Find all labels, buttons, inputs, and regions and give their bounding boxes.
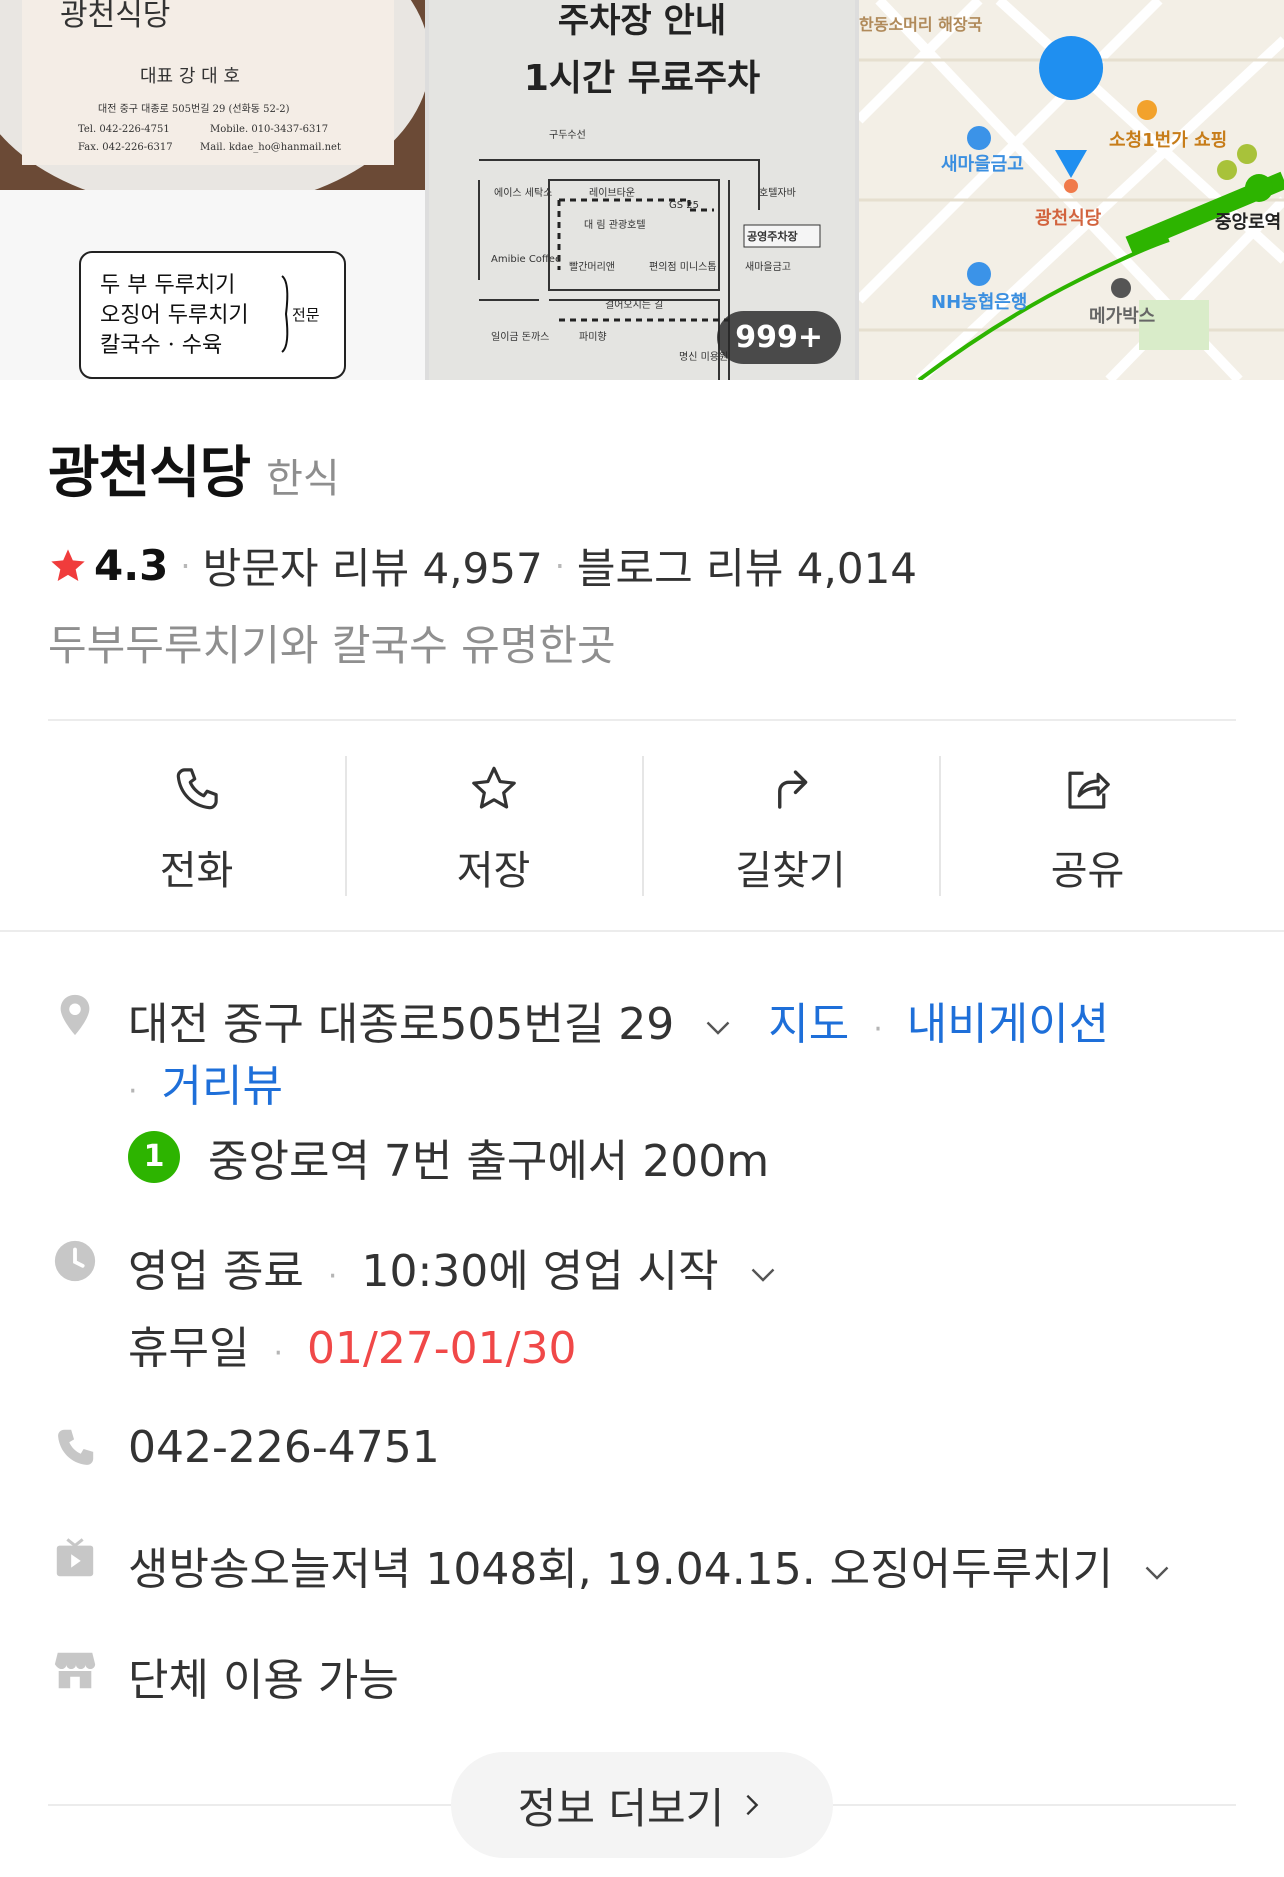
tv-icon [56, 1538, 94, 1577]
photo-strip[interactable]: 광천식당 대표 강 대 호 대전 중구 대종로 505번길 29 (선화동 52… [0, 0, 1284, 380]
phone-number[interactable]: 042-226-4751 [128, 1422, 440, 1473]
place-name: 광천식당 [48, 441, 251, 506]
directions-button[interactable]: 길찾기 [642, 756, 939, 896]
card-mobile: Mobile. 010-3437-6317 [210, 124, 328, 135]
clock-icon [54, 1240, 96, 1282]
place-category: 한식 [266, 456, 340, 502]
phone-icon [176, 768, 218, 810]
address-row: 대전 중구 대종로505번길 29 지도 · 내비게이션 [128, 999, 1110, 1050]
parking-title: 주차장 안내 [558, 1, 726, 41]
holiday-dates: 01/27-01/30 [307, 1323, 577, 1374]
hours-next: 10:30에 영업 시작 [361, 1246, 719, 1297]
card-address: 대전 중구 대종로 505번길 29 (선화동 52-2) [98, 102, 290, 115]
svg-text:에이스 세탁소: 에이스 세탁소 [494, 187, 552, 199]
svg-text:Amibie Coffee: Amibie Coffee [491, 254, 561, 265]
svg-text:NH농협은행: NH농협은행 [931, 291, 1027, 313]
navigation-link[interactable]: 내비게이션 [907, 999, 1109, 1050]
store-icon [54, 1652, 96, 1689]
star-icon [471, 766, 516, 809]
rating-star-icon [51, 548, 85, 581]
menu-specialty: 전문 [292, 306, 320, 324]
photo-business-card[interactable]: 광천식당 대표 강 대 호 대전 중구 대종로 505번길 29 (선화동 52… [0, 0, 425, 380]
svg-text:레이브타운: 레이브타운 [589, 187, 635, 199]
card-fax: Fax. 042-226-6317 [78, 142, 173, 153]
hours-status: 영업 종료 [128, 1246, 304, 1297]
tv-appearance: 생방송오늘저녁 1048회, 19.04.15. 오징어두루치기 [128, 1544, 1114, 1595]
svg-text:중앙로역: 중앙로역 [1215, 212, 1281, 233]
chevron-down-icon[interactable] [700, 1009, 736, 1045]
svg-text:빨간머리앤: 빨간머리앤 [569, 261, 615, 273]
address-text[interactable]: 대전 중구 대종로505번길 29 [128, 999, 674, 1050]
divider [48, 719, 1236, 721]
card-mail: Mail. kdae_ho@hanmail.net [200, 142, 341, 153]
divider [0, 930, 1284, 932]
tv-row[interactable]: 생방송오늘저녁 1048회, 19.04.15. 오징어두루치기 [128, 1533, 1175, 1597]
svg-text:일이금 돈까스: 일이금 돈까스 [491, 331, 549, 343]
menu-line-3: 칼국수 · 수육 [100, 333, 222, 358]
title-row: 광천식당 한식 [48, 428, 340, 509]
place-tagline: 두부두루치기와 칼국수 유명한곳 [48, 621, 616, 670]
svg-text:걸어오시는 길: 걸어오시는 길 [605, 298, 663, 311]
chevron-down-icon[interactable] [1139, 1554, 1175, 1590]
svg-text:구두수선: 구두수선 [549, 129, 586, 141]
parking-subtitle: 1시간 무료주차 [524, 58, 760, 99]
save-button[interactable]: 저장 [345, 756, 642, 896]
svg-text:명신 미용원: 명신 미용원 [679, 351, 728, 363]
svg-text:공영주차장: 공영주차장 [747, 229, 798, 243]
svg-text:새마을금고: 새마을금고 [745, 261, 791, 273]
svg-text:GS 25: GS 25 [669, 200, 699, 211]
menu-line-1: 두 부 두루치기 [100, 273, 235, 298]
save-label: 저장 [456, 848, 531, 894]
subway-line-badge: 1 [128, 1131, 180, 1183]
menu-line-2: 오징어 두루치기 [100, 303, 249, 328]
photo-count-badge[interactable]: 999+ [717, 311, 841, 364]
share-button[interactable]: 공유 [939, 756, 1236, 896]
holiday-label: 휴무일 [128, 1323, 250, 1374]
chevron-right-icon [746, 1794, 759, 1816]
photo-map[interactable]: 한동소머리 해장국 새마을금고 소청1번가 쇼핑 광천식당 중앙로역 NH농협은… [859, 0, 1284, 380]
svg-text:대 림 관광호텔: 대 림 관광호텔 [584, 219, 646, 231]
rating-value: 4.3 [94, 541, 169, 590]
hours-row[interactable]: 영업 종료 · 10:30에 영업 시작 [128, 1235, 781, 1299]
call-button[interactable]: 전화 [48, 756, 345, 896]
blog-reviews-link[interactable]: 블로그 리뷰 4,014 [577, 535, 917, 596]
svg-text:파미향: 파미향 [579, 331, 607, 343]
visitor-reviews-link[interactable]: 방문자 리뷰 4,957 [203, 535, 543, 596]
street-view-row: · 거리뷰 [128, 1061, 283, 1112]
card-tel: Tel. 042-226-4751 [78, 124, 170, 135]
card-owner: 대표 강 대 호 [140, 66, 240, 87]
svg-text:편의점 미니스톱: 편의점 미니스톱 [649, 261, 717, 273]
directions-label: 길찾기 [735, 848, 846, 894]
svg-text:광천식당: 광천식당 [1035, 208, 1102, 229]
map-link[interactable]: 지도 [768, 999, 849, 1050]
rating-row: 4.3 · 방문자 리뷰 4,957 · 블로그 리뷰 4,014 [48, 535, 917, 596]
photo-parking-guide[interactable]: 주차장 안내 1시간 무료주차 구두수선 에이스 세탁소 레이브타운 GS 25 [429, 0, 855, 380]
subway-row: 1 중앙로역 7번 출구에서 200m [128, 1125, 769, 1189]
group-availability: 단체 이용 가능 [128, 1655, 399, 1706]
location-pin-icon [60, 994, 90, 1036]
street-view-link[interactable]: 거리뷰 [162, 1061, 283, 1112]
directions-icon [777, 770, 807, 809]
action-bar: 전화 저장 길찾기 공유 [48, 756, 1236, 896]
more-info-label: 정보 더보기 [517, 1783, 725, 1833]
more-info-button[interactable]: 정보 더보기 [451, 1752, 833, 1858]
svg-text:호텔자바: 호텔자바 [759, 187, 796, 199]
svg-text:새마을금고: 새마을금고 [941, 154, 1024, 175]
phone-icon [58, 1429, 94, 1465]
share-icon [1067, 771, 1110, 809]
holiday-row: 휴무일 · 01/27-01/30 [128, 1323, 577, 1374]
share-label: 공유 [1050, 848, 1125, 894]
card-name: 광천식당 [60, 0, 170, 33]
svg-text:메가박스: 메가박스 [1089, 306, 1155, 327]
svg-text:소청1번가 쇼핑: 소청1번가 쇼핑 [1109, 130, 1227, 151]
chevron-down-icon[interactable] [745, 1256, 781, 1292]
subway-text: 중앙로역 7번 출구에서 200m [208, 1136, 770, 1187]
call-label: 전화 [159, 848, 234, 894]
svg-text:한동소머리 해장국: 한동소머리 해장국 [859, 15, 983, 34]
